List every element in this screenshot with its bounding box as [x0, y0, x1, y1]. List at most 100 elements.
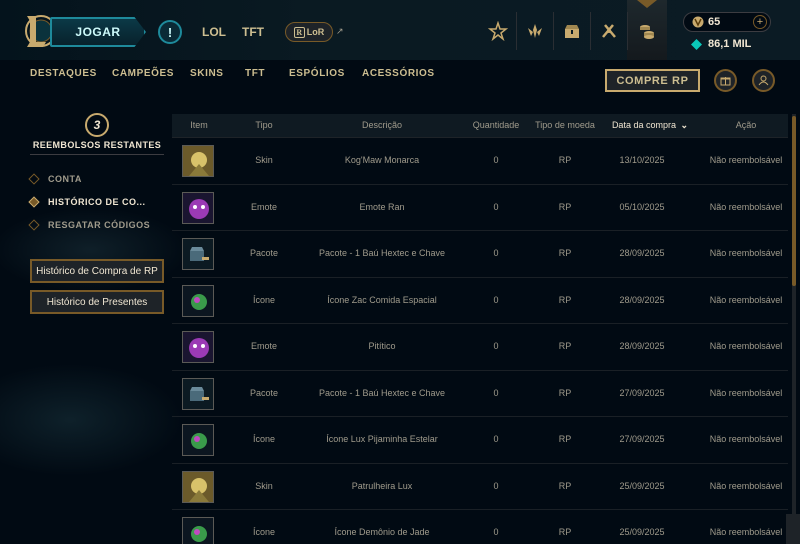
- friend-icon[interactable]: [752, 69, 775, 92]
- diamond-icon: [28, 219, 40, 231]
- play-button-label: JOGAR: [75, 25, 121, 39]
- blue-essence-icon: [691, 39, 702, 50]
- cell-acao: Não reembolsável: [709, 387, 783, 398]
- cell-quantidade: 0: [493, 527, 499, 537]
- cell-acao: Não reembolsável: [709, 434, 783, 444]
- col-tipo[interactable]: Tipo: [244, 120, 284, 130]
- sidebar-item-historico[interactable]: HISTÓRICO DE CO...: [28, 195, 164, 209]
- table-row[interactable]: Skin Kog'Maw Monarca 0 RP 13/10/2025 Não reem…: [172, 138, 788, 185]
- cell-quantidade: 0: [493, 155, 499, 165]
- subnav-tft[interactable]: TFT: [245, 68, 265, 79]
- cell-acao: Não reembolsável: [709, 248, 783, 258]
- cell-descricao: Ícone Lux Pijaminha Estelar: [326, 434, 438, 444]
- cell-moeda: RP: [558, 201, 572, 212]
- sort-chevron-icon: ⌄: [680, 120, 689, 130]
- cell-acao: Não reembolsável: [709, 527, 783, 537]
- table-row[interactable]: Pacote Pacote - 1 Baú Hextec e Chave 0 RP 28…: [172, 231, 788, 278]
- icon-thumb: [182, 424, 214, 456]
- cell-tipo: Ícone: [252, 527, 276, 537]
- table-row[interactable]: Ícone Ícone Lux Pijaminha Estelar 0 RP 27/09…: [172, 417, 788, 464]
- nav-divider: [553, 12, 554, 50]
- col-acao[interactable]: Ação: [720, 120, 772, 130]
- cell-quantidade: 0: [493, 434, 499, 444]
- col-descricao[interactable]: Descrição: [322, 120, 442, 130]
- cell-tipo: Ícone: [252, 294, 276, 305]
- add-rp-button[interactable]: +: [753, 15, 767, 29]
- cell-moeda: RP: [558, 248, 572, 258]
- blue-essence-balance: 86,1 MIL: [708, 38, 752, 50]
- lor-label: LoR: [306, 27, 325, 37]
- play-button[interactable]: JOGAR: [50, 17, 146, 47]
- table-header: Item Tipo Descrição Quantidade Tipo de m…: [172, 114, 788, 138]
- tab-lol[interactable]: LOL: [202, 25, 226, 39]
- gift-history-button[interactable]: Histórico de Presentes: [30, 290, 164, 314]
- nav-divider: [516, 12, 517, 50]
- lor-logo-icon: R: [293, 26, 305, 38]
- subnav-destaques[interactable]: DESTAQUES: [30, 68, 97, 79]
- table-row[interactable]: Emote Pitítico 0 RP 28/09/2025 Não reembolsáv…: [172, 324, 788, 371]
- subnav-campeoes[interactable]: CAMPEÕES: [112, 68, 174, 79]
- gift-icon[interactable]: [714, 69, 737, 92]
- cell-acao: Não reembolsável: [709, 155, 783, 165]
- diamond-icon: [28, 173, 40, 185]
- clash-icon[interactable]: [520, 16, 550, 46]
- cell-moeda: RP: [558, 527, 572, 537]
- table-row[interactable]: Skin Patrulheira Lux 0 RP 25/09/2025 Não reem…: [172, 464, 788, 510]
- scrollbar-thumb[interactable]: [792, 116, 796, 286]
- skin-thumb: [182, 145, 214, 177]
- emote-thumb: [182, 331, 214, 363]
- cell-moeda: RP: [558, 480, 572, 491]
- chest-thumb: [182, 377, 214, 410]
- sidebar-item-resgatar[interactable]: RESGATAR CÓDIGOS: [28, 218, 164, 232]
- table-row[interactable]: Ícone Ícone Zac Comida Espacial 0 RP 28/09/2…: [172, 278, 788, 324]
- lor-button[interactable]: R LoR: [285, 22, 333, 42]
- subnav-espolios[interactable]: ESPÓLIOS: [289, 68, 345, 79]
- buy-rp-button[interactable]: COMPRE RP: [605, 69, 700, 92]
- cell-descricao: Ícone Zac Comida Espacial: [327, 294, 437, 305]
- loot-icon[interactable]: [557, 16, 587, 46]
- tab-tft[interactable]: TFT: [242, 25, 264, 39]
- cell-moeda: RP: [558, 294, 572, 305]
- cell-tipo: Pacote: [249, 387, 279, 398]
- subnav-acessorios[interactable]: ACESSÓRIOS: [362, 68, 435, 79]
- rp-purchase-history-button[interactable]: Histórico de Compra de RP: [30, 259, 164, 283]
- cell-quantidade: 0: [493, 480, 499, 491]
- col-data[interactable]: Data da compra ⌄: [610, 120, 690, 131]
- cell-tipo: Emote: [250, 201, 277, 212]
- cell-data: 28/09/2025: [619, 294, 665, 305]
- cell-quantidade: 0: [493, 341, 499, 351]
- nav-divider: [627, 12, 628, 50]
- purchase-history-table: Item Tipo Descrição Quantidade Tipo de m…: [172, 114, 788, 544]
- divider: [30, 154, 164, 155]
- cell-quantidade: 0: [493, 248, 499, 258]
- cell-data: 13/10/2025: [619, 155, 665, 165]
- sidebar-item-conta[interactable]: CONTA: [28, 172, 164, 186]
- icon-thumb: [182, 284, 214, 317]
- subnav-skins[interactable]: SKINS: [190, 68, 224, 79]
- external-link-icon: ↗: [336, 26, 344, 36]
- cell-descricao: Pacote - 1 Baú Hextec e Chave: [318, 387, 446, 398]
- cell-acao: Não reembolsável: [709, 480, 783, 491]
- col-moeda[interactable]: Tipo de moeda: [532, 120, 598, 130]
- cell-data: 25/09/2025: [619, 527, 665, 537]
- rank-icon[interactable]: [483, 16, 513, 46]
- collection-icon[interactable]: [594, 16, 624, 46]
- cell-quantidade: 0: [493, 294, 499, 305]
- cell-quantidade: 0: [493, 201, 499, 212]
- col-item[interactable]: Item: [186, 120, 212, 130]
- emote-thumb: [182, 191, 214, 224]
- alert-icon[interactable]: !: [158, 20, 182, 44]
- cell-data: 27/09/2025: [619, 434, 665, 444]
- cell-tipo: Skin: [255, 480, 273, 491]
- rp-icon: [692, 16, 704, 28]
- active-tab-marker: [637, 0, 657, 8]
- rp-wallet[interactable]: 65 +: [683, 12, 771, 32]
- table-row[interactable]: Pacote Pacote - 1 Baú Hextec e Chave 0 RP 27…: [172, 371, 788, 417]
- cell-descricao: Patrulheira Lux: [351, 480, 413, 491]
- cell-descricao: Ícone Demônio de Jade: [334, 527, 430, 537]
- table-row[interactable]: Ícone Ícone Demônio de Jade 0 RP 25/09/2025 N…: [172, 510, 788, 544]
- store-icon[interactable]: [632, 16, 662, 46]
- cell-descricao: Pitítico: [368, 341, 396, 351]
- col-quantidade[interactable]: Quantidade: [468, 120, 524, 130]
- table-row[interactable]: Emote Emote Ran 0 RP 05/10/2025 Não reembolsá…: [172, 185, 788, 231]
